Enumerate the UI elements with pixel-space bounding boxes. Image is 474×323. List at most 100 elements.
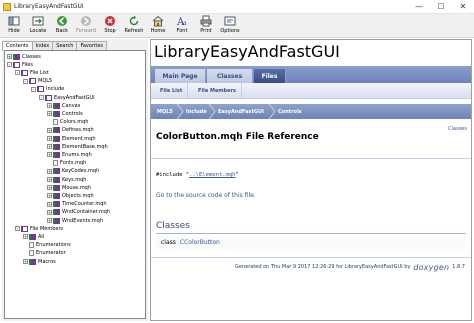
options-button[interactable]: Options (218, 14, 242, 37)
open-book-icon (29, 78, 36, 85)
font-button[interactable]: Aa Font (170, 14, 194, 37)
footer-divider (151, 257, 471, 258)
window-titlebar: LibraryEasyAndFastGUI — ☐ ✕ (0, 0, 474, 14)
tree-item[interactable]: + Classes (7, 53, 41, 60)
tab-file-list[interactable]: File List (155, 83, 189, 99)
breadcrumb-separator-icon (208, 104, 216, 119)
expand-icon[interactable]: + (47, 168, 52, 174)
tree-item[interactable]: Colors.mqh (47, 119, 88, 126)
tree-item-label: Objects.mqh (62, 192, 94, 199)
expand-icon[interactable]: + (47, 103, 52, 109)
doxygen-logo[interactable]: doxygen (413, 263, 449, 272)
expand-icon[interactable]: + (23, 259, 28, 264)
tree-item[interactable]: + ElementBase.mqh (47, 143, 108, 150)
tree-item[interactable]: + TimeCounter.mqh (47, 201, 107, 208)
expand-icon[interactable]: + (47, 127, 52, 133)
tree-item[interactable]: + Keys.mqh (47, 176, 86, 183)
summary-classes-link[interactable]: Classes (448, 126, 467, 132)
tree-item[interactable]: + Canvas (47, 102, 80, 109)
tree-item[interactable]: + Controls (47, 110, 83, 117)
locate-icon (32, 16, 44, 26)
maximize-button[interactable]: ☐ (430, 0, 452, 14)
forward-button[interactable]: Forward (74, 14, 98, 37)
tab-classes[interactable]: Classes (207, 69, 253, 83)
tree-item[interactable]: - File Members (15, 225, 63, 232)
expand-icon[interactable]: + (47, 144, 52, 150)
home-button[interactable]: Home (146, 14, 170, 37)
tree-item[interactable]: + Mouse.mqh (47, 184, 91, 191)
tree-item[interactable]: + KeyCodes.mqh (47, 168, 99, 175)
book-icon (53, 192, 60, 199)
hide-button[interactable]: Hide (2, 14, 26, 37)
locate-button[interactable]: Locate (26, 14, 50, 37)
collapse-icon[interactable]: - (23, 78, 28, 84)
tree-item-label: WndEvents.mqh (62, 217, 104, 224)
expand-icon[interactable]: + (47, 209, 52, 215)
expand-icon[interactable]: + (23, 234, 28, 240)
collapse-icon[interactable]: - (7, 62, 12, 68)
tree-item-label: Fonts.mqh (60, 160, 87, 167)
include-link[interactable]: ..\Element.mqh (189, 172, 235, 178)
tree-item[interactable]: + Element.mqh (47, 135, 96, 142)
expand-icon[interactable]: + (47, 177, 52, 182)
tree-item[interactable]: + WndEvents.mqh (47, 217, 103, 224)
expand-icon[interactable]: + (47, 152, 52, 158)
tree-item-label: Enumerator (36, 250, 66, 257)
expand-icon[interactable]: + (47, 185, 52, 191)
minimize-button[interactable]: — (408, 0, 430, 14)
expand-icon[interactable]: + (47, 201, 52, 207)
tree-item[interactable]: + Macros (23, 258, 56, 265)
collapse-icon[interactable]: - (31, 86, 36, 92)
tree-item[interactable]: - MQL5 (23, 78, 52, 85)
tree-item-label: KeyCodes.mqh (62, 168, 100, 175)
breadcrumb-easyandfastgui[interactable]: EasyAndFastGUI (218, 104, 264, 119)
breadcrumb-controls[interactable]: Controls (278, 104, 302, 119)
tree-item[interactable]: Enumerator (23, 250, 66, 257)
breadcrumb-mql5[interactable]: MQL5 (157, 104, 173, 119)
tree-item[interactable]: Enumerations (23, 242, 71, 249)
footer-version: 1.8.7 (452, 264, 465, 270)
tree-item[interactable]: - Files (7, 61, 33, 68)
expand-icon[interactable]: + (47, 193, 52, 199)
refresh-button[interactable]: Refresh (122, 14, 146, 37)
forward-icon (81, 16, 91, 26)
collapse-icon[interactable]: - (15, 226, 20, 232)
tree-item-label: MQL5 (38, 78, 53, 85)
tab-favorites[interactable]: Favorites (76, 41, 108, 50)
tree-item[interactable]: - EasyAndFastGUI (39, 94, 95, 101)
tab-files[interactable]: Files (254, 69, 286, 83)
tree-item-label: TimeCounter.mqh (62, 201, 107, 208)
breadcrumb-include[interactable]: Include (186, 104, 207, 119)
tree-item[interactable]: + WndContainer.mqh (47, 209, 110, 216)
document-icon (29, 242, 34, 249)
collapse-icon[interactable]: - (39, 95, 44, 100)
tab-file-members[interactable]: File Members (193, 83, 242, 99)
tab-main-page[interactable]: Main Page (155, 69, 206, 83)
tab-search[interactable]: Search (52, 41, 78, 50)
tree-item[interactable]: + Enums.mqh (47, 151, 92, 158)
tree-item-label: Enums.mqh (62, 151, 92, 158)
class-link[interactable]: CColorButton (180, 239, 220, 246)
expand-icon[interactable]: + (47, 111, 52, 117)
back-button[interactable]: Back (50, 14, 74, 37)
contents-tree[interactable]: + Classes - Files - File List - MQL5- Include - Ea… (4, 50, 146, 319)
tree-item-label: Canvas (62, 102, 81, 109)
collapse-icon[interactable]: - (15, 70, 20, 76)
tree-item[interactable]: - Include (31, 86, 64, 93)
expand-icon[interactable]: + (47, 218, 52, 223)
tree-item[interactable]: + All (23, 233, 44, 240)
tree-item[interactable]: Fonts.mqh (47, 160, 86, 167)
expand-icon[interactable]: + (47, 136, 52, 141)
stop-button[interactable]: Stop (98, 14, 122, 37)
print-button[interactable]: Print (194, 14, 218, 37)
tree-item[interactable]: - File List (15, 69, 49, 76)
expand-icon[interactable]: + (7, 54, 12, 59)
tab-index[interactable]: Index (31, 41, 54, 50)
open-book-icon (21, 225, 28, 232)
close-button[interactable]: ✕ (452, 0, 474, 14)
tree-item[interactable]: + Objects.mqh (47, 192, 94, 199)
tree-item[interactable]: + Defines.mqh (47, 127, 94, 134)
source-code-link[interactable]: Go to the source code of this file. (156, 192, 256, 199)
refresh-label: Refresh (124, 28, 144, 34)
